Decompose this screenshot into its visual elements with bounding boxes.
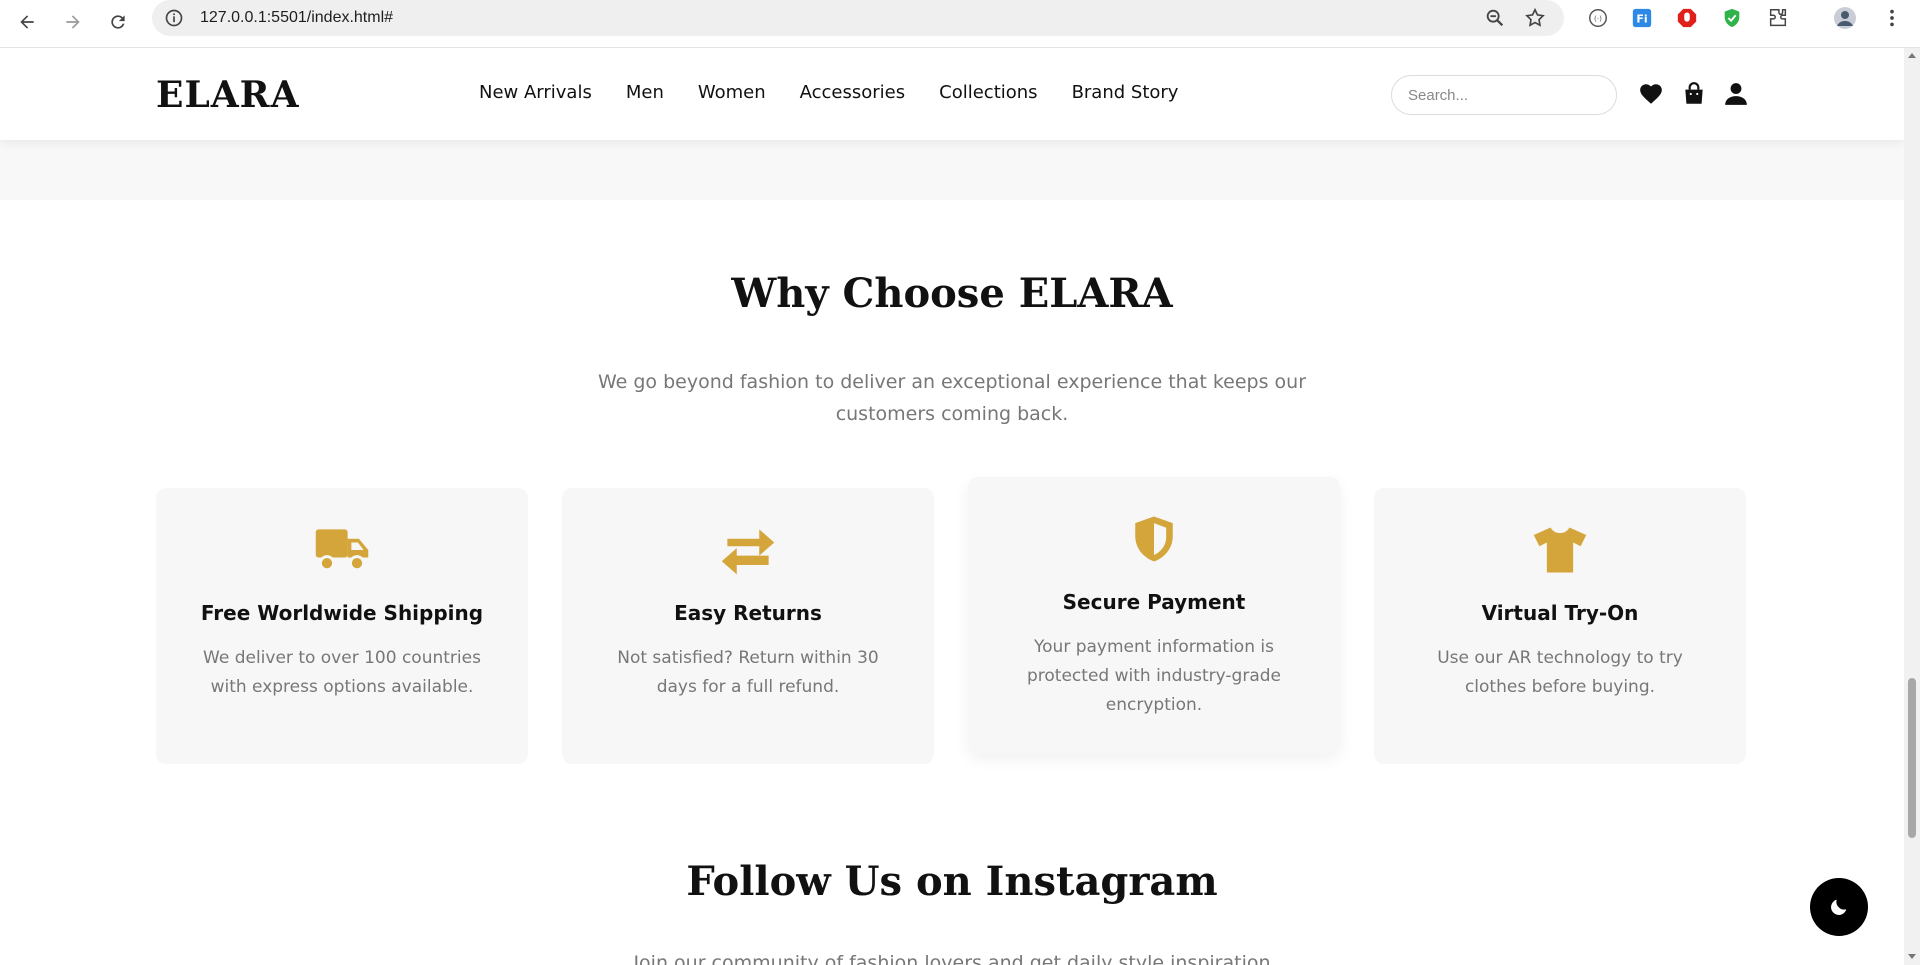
svg-text:Fi: Fi [1636,13,1647,26]
feature-card: Easy Returns Not satisfied? Return withi… [562,488,934,764]
extension-icon[interactable]: (·) [1586,6,1610,30]
feature-title: Easy Returns [674,601,822,625]
extension-icon[interactable] [1675,6,1699,30]
url-text[interactable]: 127.0.0.1:5501/index.html# [200,9,393,27]
reload-icon [111,15,125,29]
feature-card: Secure Payment Your payment information … [968,477,1340,753]
nav-brand-story[interactable]: Brand Story [1072,82,1179,103]
user-icon[interactable] [1723,81,1749,107]
puzzle-icon[interactable] [1766,6,1790,30]
nav-women[interactable]: Women [698,82,766,103]
page-viewport: ELARA New Arrivals Men Women Accessories… [0,48,1904,965]
previous-section-end [0,140,1904,200]
search-input[interactable] [1391,75,1617,115]
back-button[interactable] [11,6,43,38]
instagram-subtitle: Join our community of fashion lovers and… [633,952,1271,965]
scroll-down-icon[interactable] [1907,951,1917,961]
main-nav: New Arrivals Men Women Accessories Colle… [479,82,1178,103]
scroll-up-icon[interactable] [1907,51,1917,61]
nav-men[interactable]: Men [626,82,664,103]
menu-icon[interactable] [1880,6,1904,30]
svg-text:(·): (·) [1594,14,1602,23]
extension-icon[interactable]: Fi [1630,6,1654,30]
feature-card: Virtual Try-On Use our AR technology to … [1374,488,1746,764]
extension-icon[interactable] [1720,6,1744,30]
reload-button[interactable] [102,6,134,38]
shield-icon [1135,516,1173,562]
scrollbar-thumb[interactable] [1908,678,1916,838]
forward-icon [66,15,80,29]
address-bar[interactable]: 127.0.0.1:5501/index.html# [152,0,1564,36]
site-info-icon[interactable] [164,8,184,28]
section-subtitle: We go beyond fashion to deliver an excep… [597,371,1307,425]
feature-description: We deliver to over 100 countries with ex… [203,648,481,697]
bookmark-star-icon[interactable] [1524,7,1546,29]
back-icon [20,15,34,29]
feature-description: Your payment information is protected wi… [1027,637,1281,715]
feature-description: Not satisfied? Return within 30 days for… [617,648,879,697]
site-header: ELARA New Arrivals Men Women Accessories… [0,48,1904,140]
feature-title: Secure Payment [1062,590,1246,614]
heart-icon[interactable] [1638,81,1664,107]
moon-icon [1831,899,1847,915]
feature-card: Free Worldwide Shipping We deliver to ov… [156,488,528,764]
dark-mode-toggle[interactable] [1810,878,1868,936]
feature-title: Virtual Try-On [1481,601,1639,625]
scrollbar[interactable] [1904,48,1920,965]
instagram-title: Follow Us on Instagram [686,858,1218,905]
profile-icon[interactable] [1833,6,1857,30]
feature-title: Free Worldwide Shipping [200,601,484,625]
feature-description: Use our AR technology to try clothes bef… [1437,648,1683,697]
nav-new-arrivals[interactable]: New Arrivals [479,82,592,103]
truck-icon [315,529,369,572]
logo[interactable]: ELARA [156,74,300,116]
nav-collections[interactable]: Collections [939,82,1037,103]
bag-icon[interactable] [1681,81,1707,107]
exchange-icon [721,529,775,575]
section-title: Why Choose ELARA [731,270,1173,317]
nav-accessories[interactable]: Accessories [800,82,906,103]
forward-button[interactable] [57,6,89,38]
tshirt-icon [1533,527,1587,573]
browser-toolbar: 127.0.0.1:5501/index.html# (·) Fi [0,0,1920,48]
zoom-icon[interactable] [1484,7,1506,29]
